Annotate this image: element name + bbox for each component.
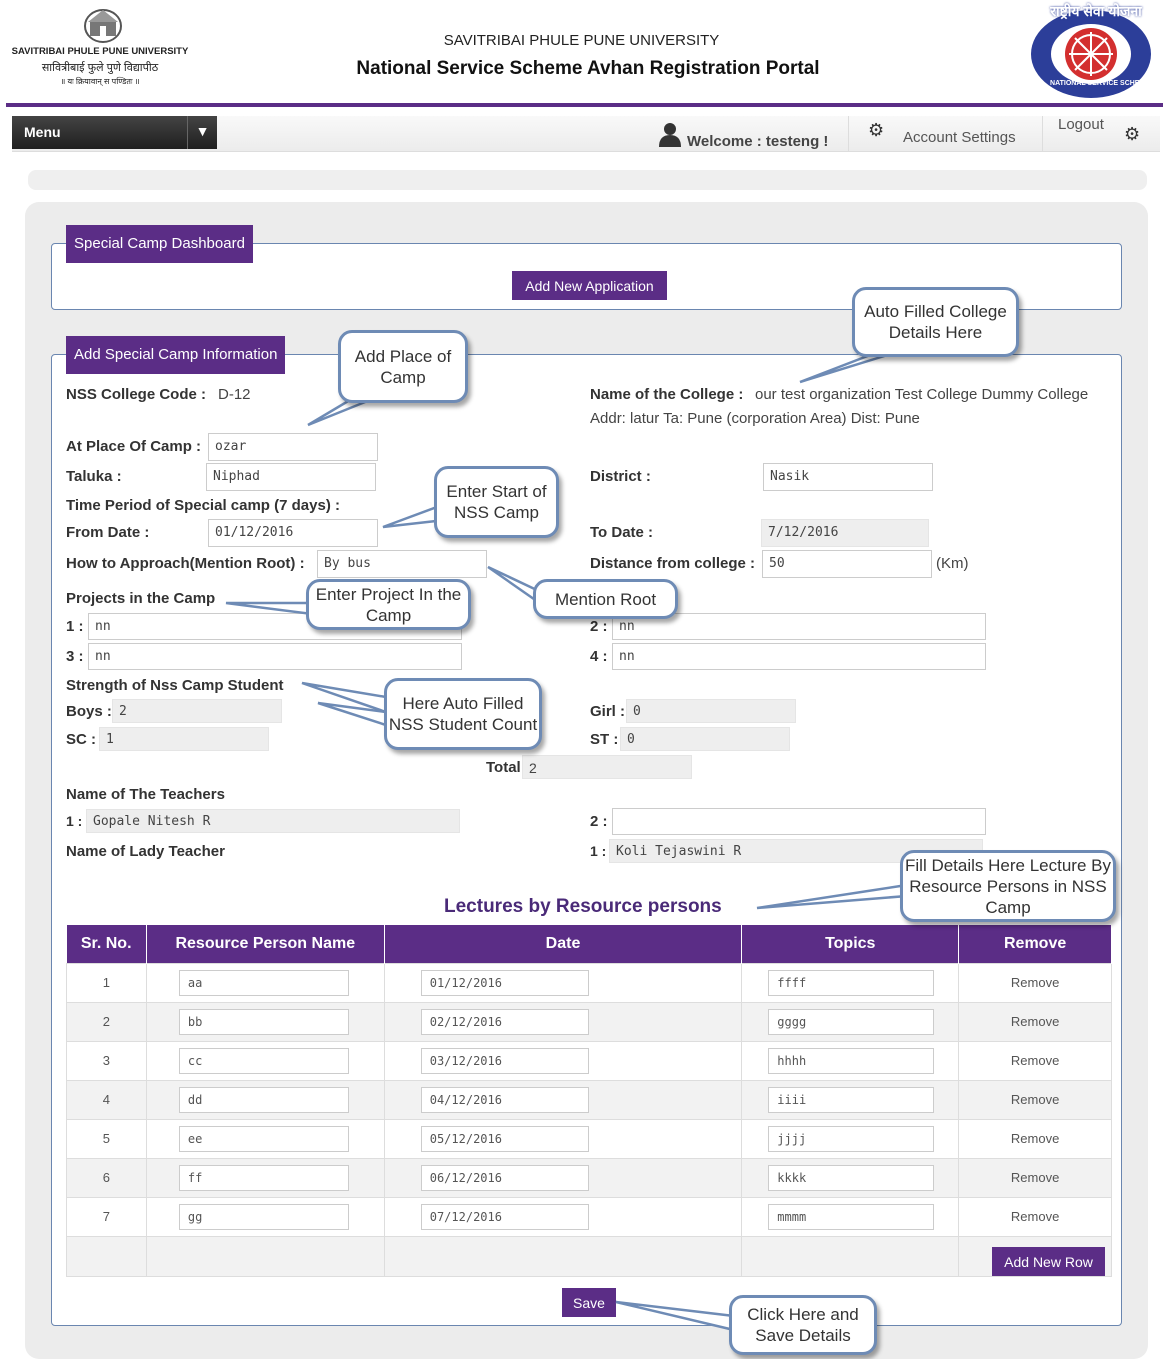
callout-click-save: Click Here and Save Details — [729, 1295, 877, 1355]
callout-pointer-lectures — [756, 883, 909, 910]
callout-add-place: Add Place of Camp — [338, 330, 468, 403]
callout-pointer-save — [615, 1300, 736, 1332]
callout-auto-filled-count: Here Auto Filled NSS Student Count — [384, 678, 542, 750]
callout-fill-details: Fill Details Here Lecture By Resource Pe… — [900, 850, 1116, 922]
callout-enter-start: Enter Start of NSS Camp — [434, 466, 559, 538]
callout-pointer-project — [225, 601, 314, 616]
callout-mention-root: Mention Root — [533, 579, 678, 619]
callout-pointers — [225, 343, 921, 1332]
callout-auto-filled-college: Auto Filled College Details Here — [852, 287, 1019, 357]
callout-enter-project: Enter Project In the Camp — [306, 579, 471, 630]
